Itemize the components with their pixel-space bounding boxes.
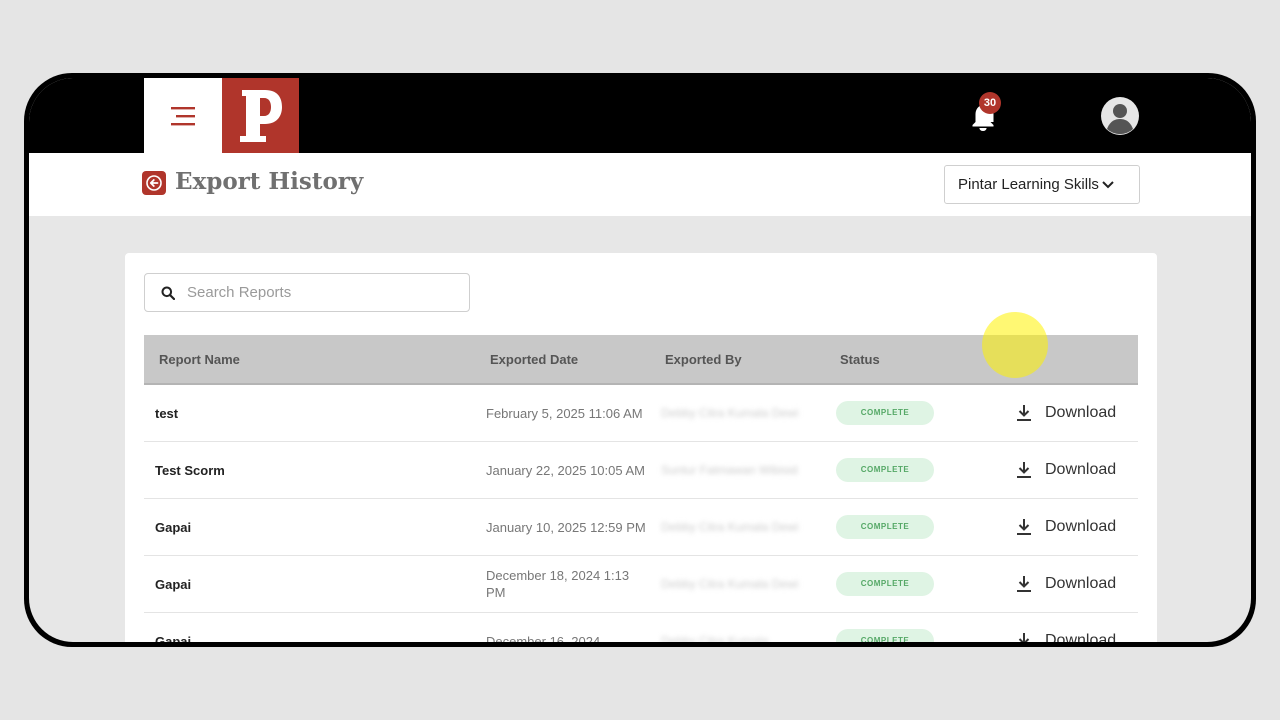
hamburger-icon <box>171 106 195 125</box>
search-icon <box>161 286 175 300</box>
status-badge: COMPLETE <box>836 458 934 482</box>
download-icon <box>1017 405 1031 421</box>
brand-logo[interactable] <box>222 78 299 153</box>
report-name: Gapai <box>155 633 192 643</box>
table-row: Gapai January 10, 2025 12:59 PM Debby Ci… <box>144 499 1138 556</box>
back-button[interactable] <box>142 171 166 195</box>
organization-select[interactable]: Pintar Learning Skills <box>944 165 1140 204</box>
organization-select-value: Pintar Learning Skills <box>958 176 1099 193</box>
download-button[interactable]: Download <box>1016 404 1116 422</box>
table-row: test February 5, 2025 11:06 AM Debby Cit… <box>144 385 1138 442</box>
status-badge: COMPLETE <box>836 629 934 642</box>
exported-date: January 10, 2025 12:59 PM <box>486 519 646 535</box>
top-navbar: 30 <box>29 78 1251 153</box>
download-label: Download <box>1045 461 1117 478</box>
download-label: Download <box>1045 632 1117 642</box>
table-header: Report Name Exported Date Exported By St… <box>144 335 1138 385</box>
exported-by: Suntur Fatmawan Wibisid <box>661 462 798 477</box>
exported-date: January 22, 2025 10:05 AM <box>486 462 646 478</box>
download-button[interactable]: Download <box>1016 575 1116 593</box>
menu-button[interactable] <box>144 78 222 153</box>
search-input[interactable] <box>185 283 449 302</box>
reports-card: Report Name Exported Date Exported By St… <box>125 253 1157 642</box>
exported-date: December 18, 2024 1:13 PM <box>486 568 630 600</box>
logo-icon <box>239 89 282 142</box>
exported-date: February 5, 2025 11:06 AM <box>486 405 643 421</box>
download-icon <box>1017 576 1031 592</box>
search-box[interactable] <box>144 273 470 312</box>
chevron-down-icon <box>1102 180 1114 188</box>
table-row: Test Scorm January 22, 2025 10:05 AM Sun… <box>144 442 1138 499</box>
arrow-left-icon <box>146 175 162 191</box>
header-exported-by: Exported By <box>665 351 742 367</box>
page-title: Export History <box>175 168 364 195</box>
download-button[interactable]: Download <box>1016 518 1116 536</box>
table-row: Gapai December 16, 2024 Debby Citra Kuma… <box>144 613 1138 642</box>
download-label: Download <box>1045 404 1117 421</box>
status-badge: COMPLETE <box>836 515 934 539</box>
report-name: Test Scorm <box>155 462 225 478</box>
export-history-table: Report Name Exported Date Exported By St… <box>144 335 1138 642</box>
device-frame: 30 Export History Pintar Learning Skills <box>24 73 1256 647</box>
download-icon <box>1018 633 1030 642</box>
exported-by: Debby Citra Kumala <box>661 633 769 643</box>
app-screen: 30 Export History Pintar Learning Skills <box>29 78 1251 642</box>
header-exported-date: Exported Date <box>490 351 579 367</box>
header-status: Status <box>840 351 880 367</box>
download-button[interactable]: Download <box>1016 461 1116 479</box>
download-label: Download <box>1045 575 1117 592</box>
download-icon <box>1017 462 1031 478</box>
exported-by: Debby Citra Kumala Dewi <box>661 405 799 420</box>
exported-date: December 16, 2024 <box>486 633 601 643</box>
user-avatar-icon[interactable] <box>1100 96 1140 136</box>
download-icon <box>1017 519 1031 535</box>
report-name: Gapai <box>155 519 192 535</box>
report-name: test <box>155 405 179 421</box>
exported-by: Debby Citra Kumala Dewi <box>661 519 799 534</box>
page-header: Export History Pintar Learning Skills <box>29 153 1251 216</box>
status-badge: COMPLETE <box>836 401 934 425</box>
header-report-name: Report Name <box>159 351 240 367</box>
exported-by: Debby Citra Kumala Dewi <box>661 576 799 591</box>
report-name: Gapai <box>155 576 192 592</box>
table-row: Gapai December 18, 2024 1:13 PM Debby Ci… <box>144 556 1138 613</box>
status-badge: COMPLETE <box>836 572 934 596</box>
download-label: Download <box>1045 518 1117 535</box>
download-button[interactable]: Download <box>1016 632 1116 642</box>
notification-badge: 30 <box>979 92 1001 114</box>
